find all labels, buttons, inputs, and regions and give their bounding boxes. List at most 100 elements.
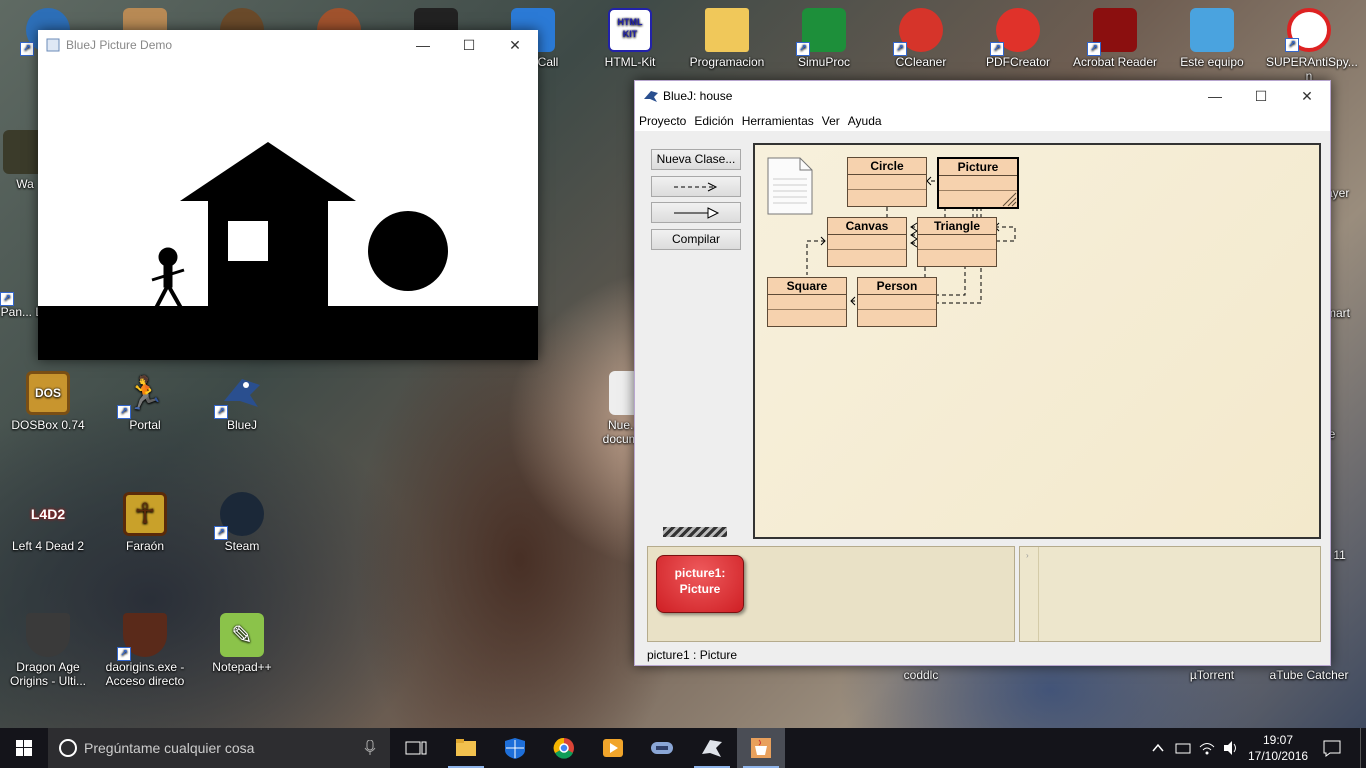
menu-proyecto[interactable]: Proyecto — [635, 111, 690, 128]
windows-logo-icon — [16, 740, 32, 756]
bluej-bird-icon — [643, 89, 658, 103]
picture-demo-window[interactable]: BlueJ Picture Demo — ☐ ✕ — [38, 30, 538, 360]
microphone-icon[interactable] — [364, 740, 376, 756]
close-button[interactable]: ✕ — [1284, 81, 1330, 111]
menu-ayuda[interactable]: Ayuda — [844, 111, 886, 128]
desktop-icon[interactable]: ↗ SimuProc — [781, 8, 867, 69]
desktop-icon[interactable]: ayer — [1326, 186, 1366, 200]
superantispyware-icon: ↗ — [1285, 8, 1331, 52]
class-circle[interactable]: Circle — [847, 157, 927, 207]
ground — [38, 306, 538, 360]
desktop-icon-label: Programacion — [689, 55, 765, 69]
object-bench[interactable]: picture1: Picture — [647, 546, 1015, 642]
title-bar[interactable]: BlueJ: house — ☐ ✕ — [635, 81, 1330, 111]
class-picture[interactable]: Picture — [937, 157, 1019, 209]
desktop-icon-label: Este equipo — [1180, 55, 1244, 69]
desktop-icon[interactable]: mart — [1326, 306, 1366, 320]
resize-handle-icon[interactable] — [1001, 191, 1017, 207]
taskbar-chrome[interactable] — [540, 728, 588, 768]
desktop-icon[interactable]: r 11 — [1326, 548, 1366, 562]
compile-button[interactable]: Compilar — [651, 229, 741, 250]
start-button[interactable] — [0, 728, 48, 768]
dependency-lines — [806, 176, 1016, 306]
bluej-main-window[interactable]: BlueJ: house — ☐ ✕ Proyecto Edición Herram… — [634, 80, 1331, 666]
desktop-icon[interactable]: Dragon Age Origins - Ulti... — [5, 613, 91, 688]
search-placeholder: Pregúntame cualquier cosa — [84, 740, 255, 756]
menu-edicion[interactable]: Edición — [690, 111, 737, 128]
shortcut-arrow-icon: ↗ — [117, 647, 131, 661]
search-box[interactable]: Pregúntame cualquier cosa — [48, 728, 390, 768]
window-title: BlueJ Picture Demo — [66, 38, 173, 52]
maximize-button[interactable]: ☐ — [1238, 81, 1284, 111]
computer-icon — [1190, 8, 1234, 52]
class-triangle[interactable]: Triangle — [917, 217, 997, 267]
shortcut-arrow-icon: ↗ — [1285, 38, 1299, 52]
action-center-icon[interactable] — [1322, 739, 1342, 757]
desktop-icon[interactable]: DOS DOSBox 0.74 — [5, 371, 91, 432]
desktop-icon[interactable]: ✎ Notepad++ — [199, 613, 285, 674]
class-square[interactable]: Square — [767, 277, 847, 327]
taskbar-java[interactable] — [737, 728, 785, 768]
minimize-button[interactable]: — — [1192, 81, 1238, 111]
desktop-icon[interactable]: ↗ Steam — [199, 492, 285, 553]
desktop-icon[interactable]: ↗ daorigins.exe - Acceso directo — [102, 613, 188, 688]
media-player-icon — [603, 739, 623, 757]
window-title: BlueJ: house — [663, 89, 733, 103]
desktop-icon[interactable]: ↗ BlueJ — [199, 371, 285, 432]
close-icon: ✕ — [509, 37, 521, 53]
volume-icon[interactable] — [1222, 739, 1240, 757]
minimize-icon: — — [416, 37, 430, 53]
title-bar[interactable]: BlueJ Picture Demo — ☐ ✕ — [38, 30, 538, 60]
desktop-icon-label: coddlc — [903, 668, 939, 682]
desktop-icon[interactable]: Programacion — [684, 8, 770, 69]
object-picture1[interactable]: picture1: Picture — [656, 555, 744, 613]
desktop-icon[interactable]: ↗ Acrobat Reader — [1072, 8, 1158, 69]
taskbar-media-player[interactable] — [589, 728, 637, 768]
desktop-icon[interactable]: ↗ SUPERAntiSpy... n — [1266, 8, 1358, 83]
folder-icon — [705, 8, 749, 52]
taskbar-gamepad[interactable] — [638, 728, 686, 768]
desktop-icon[interactable]: le — [1326, 427, 1366, 441]
bluej-bird-icon — [702, 740, 722, 757]
dependency-arrow-button[interactable] — [651, 176, 741, 197]
wifi-icon[interactable] — [1198, 739, 1216, 757]
desktop-icon[interactable]: L4D2 Left 4 Dead 2 — [5, 492, 91, 553]
dragon-age-icon — [26, 613, 70, 657]
notepadpp-icon: ✎ — [220, 613, 264, 657]
object-type: Picture — [679, 582, 721, 596]
desktop-icon-label: Portal — [129, 418, 161, 432]
shortcut-arrow-icon: ↗ — [214, 526, 228, 540]
task-view-button[interactable] — [392, 728, 440, 768]
close-button[interactable]: ✕ — [492, 30, 538, 60]
maximize-button[interactable]: ☐ — [446, 30, 492, 60]
shortcut-arrow-icon: ↗ — [0, 292, 14, 306]
show-desktop-button[interactable] — [1360, 728, 1366, 768]
desktop-icon[interactable]: aTube Catcher — [1266, 668, 1352, 682]
new-class-button[interactable]: Nueva Clase... — [651, 149, 741, 170]
class-person[interactable]: Person — [857, 277, 937, 327]
minimize-icon: — — [1208, 88, 1222, 104]
desktop-icon[interactable]: coddlc — [878, 668, 964, 682]
class-canvas[interactable]: Canvas — [827, 217, 907, 267]
show-hidden-icons-icon[interactable] — [1150, 740, 1166, 756]
desktop-icon[interactable]: ☥ Faraón — [102, 492, 188, 553]
ccleaner-icon: ↗ — [893, 8, 943, 56]
desktop-icon[interactable]: ↗ CCleaner — [878, 8, 964, 69]
taskbar-bluej[interactable] — [688, 728, 736, 768]
menu-ver[interactable]: Ver — [818, 111, 844, 128]
desktop-icon[interactable]: Este equipo — [1169, 8, 1255, 69]
menu-herramientas[interactable]: Herramientas — [738, 111, 818, 128]
inheritance-arrow-button[interactable] — [651, 202, 741, 223]
class-diagram[interactable]: Circle Picture Canvas Triangle Square Pe… — [753, 143, 1321, 539]
taskbar-file-explorer[interactable] — [442, 728, 490, 768]
codepad[interactable]: › — [1019, 546, 1321, 642]
taskbar-defender[interactable] — [491, 728, 539, 768]
minimize-button[interactable]: — — [400, 30, 446, 60]
desktop-icon[interactable]: ↗ 🏃 Portal — [102, 371, 188, 432]
desktop-icon[interactable]: HTML KIT HTML-Kit — [587, 8, 673, 69]
desktop-icon[interactable]: ↗ PDFCreator — [975, 8, 1061, 69]
desktop-icon-label: HTML-Kit — [604, 55, 656, 69]
desktop-icon[interactable]: µTorrent — [1169, 668, 1255, 682]
clock[interactable]: 19:07 17/10/2016 — [1248, 732, 1308, 764]
network-device-icon[interactable] — [1174, 740, 1192, 756]
